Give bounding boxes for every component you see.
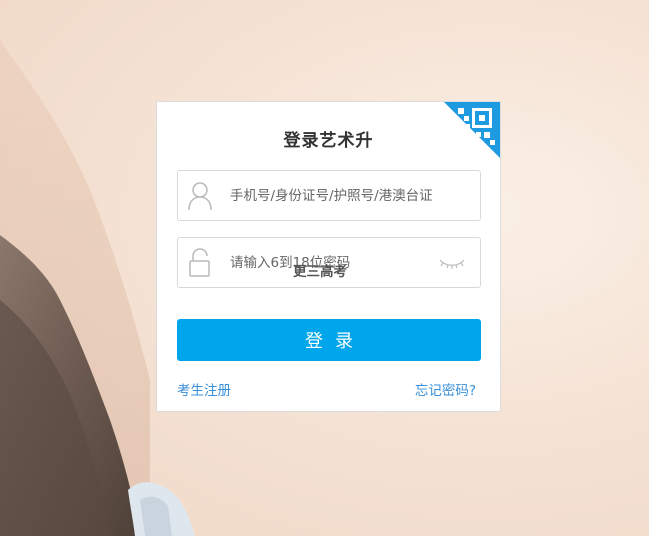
lock-icon xyxy=(188,248,212,278)
register-link[interactable]: 考生注册 xyxy=(177,379,231,399)
user-icon xyxy=(188,181,212,211)
login-title: 登录艺术升 xyxy=(283,131,374,151)
eye-closed-icon[interactable] xyxy=(438,256,466,270)
username-field[interactable] xyxy=(177,170,481,221)
login-button[interactable]: 登录 xyxy=(177,319,481,361)
forgot-password-link[interactable]: 忘记密码? xyxy=(415,379,476,399)
password-field[interactable] xyxy=(177,237,481,288)
login-panel: 登录艺术升 更三高考 xyxy=(156,101,501,412)
password-input[interactable] xyxy=(230,252,430,274)
username-input[interactable] xyxy=(230,185,462,207)
